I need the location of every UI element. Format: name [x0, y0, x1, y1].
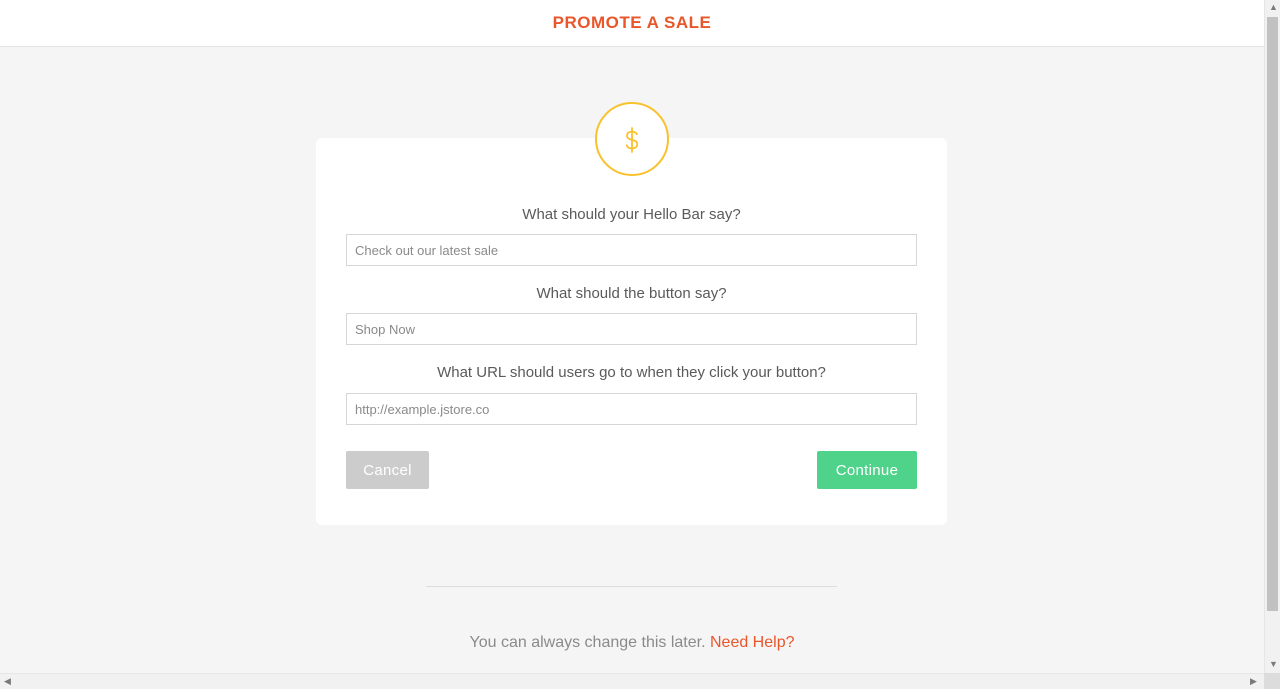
horizontal-scrollbar[interactable]: ◀ ▶: [0, 673, 1264, 689]
cancel-button[interactable]: Cancel: [346, 451, 429, 489]
button-text-input[interactable]: [346, 313, 917, 345]
vertical-scrollbar[interactable]: ▲ ▼: [1264, 0, 1280, 673]
page-title: PROMOTE A SALE: [552, 13, 712, 32]
button-text-label: What should the button say?: [536, 285, 727, 302]
continue-button[interactable]: Continue: [817, 451, 917, 489]
dollar-icon: [625, 127, 639, 153]
message-label: What should your Hello Bar say?: [522, 206, 741, 223]
message-input[interactable]: [346, 234, 917, 266]
sale-badge: [595, 102, 669, 176]
url-label: What URL should users go to when they cl…: [437, 364, 826, 381]
promote-sale-card: What should your Hello Bar say? What sho…: [316, 138, 947, 525]
scroll-left-icon[interactable]: ◀: [4, 677, 11, 686]
scroll-right-icon[interactable]: ▶: [1250, 677, 1257, 686]
footer-note: You can always change this later. Need H…: [0, 634, 1264, 652]
scroll-down-icon[interactable]: ▼: [1269, 660, 1278, 669]
footer-text: You can always change this later.: [469, 634, 706, 651]
vertical-scroll-thumb[interactable]: [1267, 17, 1278, 611]
scroll-up-icon[interactable]: ▲: [1269, 3, 1278, 12]
top-bar: PROMOTE A SALE: [0, 0, 1264, 47]
page-viewport: PROMOTE A SALE What should your Hello Ba…: [0, 0, 1264, 673]
url-input[interactable]: [346, 393, 917, 425]
scrollbar-corner: [1264, 673, 1280, 689]
footer-divider: [426, 586, 837, 587]
need-help-link[interactable]: Need Help?: [710, 634, 795, 651]
